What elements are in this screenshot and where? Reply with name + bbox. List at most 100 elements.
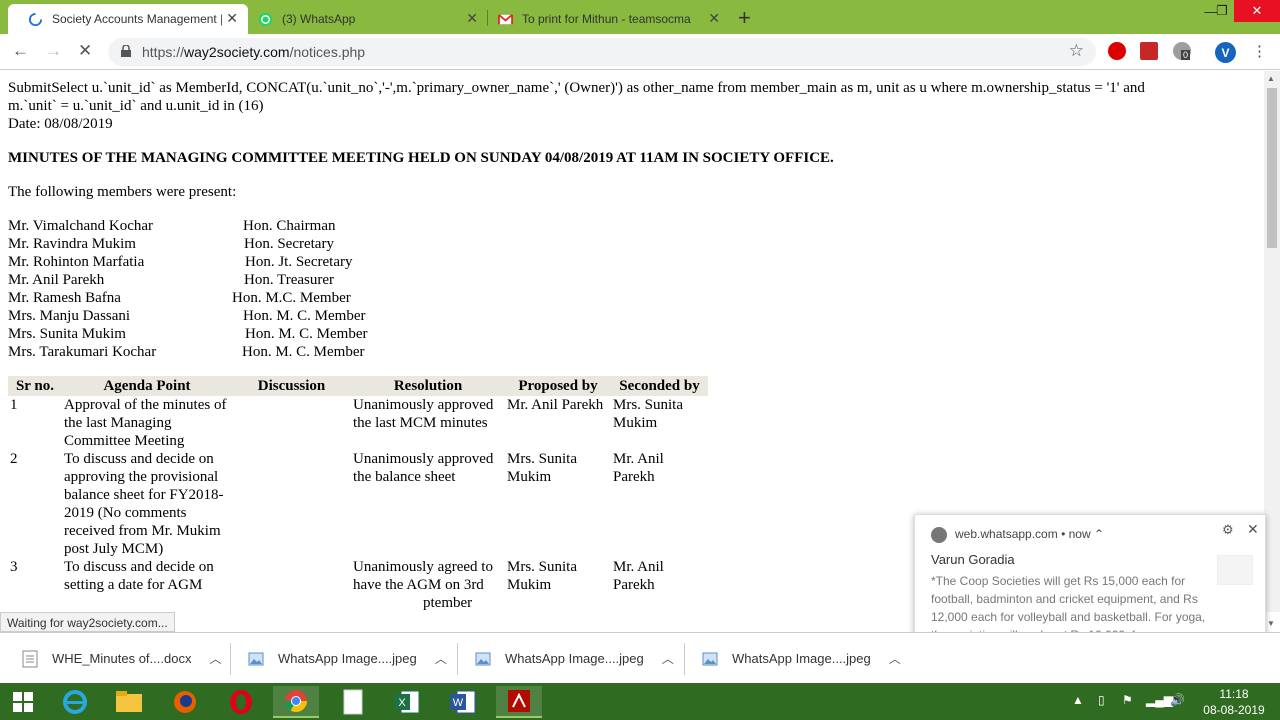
sr-cell: 2 (10, 451, 18, 467)
svg-text:W: W (453, 697, 464, 709)
tab-close-icon[interactable]: ✕ (226, 10, 238, 27)
page-scrollbar[interactable]: ▲ ▼ (1264, 71, 1280, 628)
member-name: Mr. Rohinton Marfatia (8, 254, 145, 270)
agenda-table: Sr no. Agenda Point Discussion Resolutio… (8, 376, 708, 612)
gear-icon[interactable]: ⚙ (1222, 522, 1234, 538)
opera-icon[interactable] (218, 686, 264, 718)
chrome-menu-icon[interactable]: ⋮ (1252, 42, 1267, 60)
help-extension-icon[interactable]: 0 (1173, 42, 1191, 60)
member-name: Mrs. Sunita Mukim (8, 326, 126, 342)
column-header: Seconded by (611, 376, 708, 396)
tray-volume-icon[interactable]: 🔊 (1170, 693, 1185, 707)
svg-text:X: X (398, 697, 406, 709)
download-shelf: WHE_Minutes of....docx ︿ WhatsApp Image.… (0, 632, 1280, 683)
chrome-icon[interactable] (273, 686, 319, 718)
tray-signal-icon[interactable]: ▂▄▆ (1146, 693, 1173, 707)
chevron-up-icon[interactable]: ︿ (889, 650, 901, 667)
notification-domain: web.whatsapp.com (955, 527, 1058, 541)
gmail-icon (498, 13, 513, 24)
firefox-icon[interactable] (162, 686, 208, 718)
agenda-cell: To discuss and decide on approving the p… (64, 451, 224, 557)
member-title: Hon. Jt. Secretary (245, 254, 353, 270)
start-icon[interactable] (0, 686, 46, 718)
tab-close-icon[interactable]: ✕ (708, 10, 720, 27)
file-explorer-icon[interactable] (106, 686, 152, 718)
download-item[interactable]: WhatsApp Image....jpeg ︿ (248, 633, 447, 684)
resolution-cell: Unanimously agreed to have the AGM on 3r… (351, 558, 505, 612)
download-item[interactable]: WhatsApp Image....jpeg ︿ (475, 633, 674, 684)
chevron-up-icon[interactable]: ︿ (209, 650, 221, 667)
address-bar[interactable]: https://way2society.com/notices.php ☆ (108, 38, 1096, 66)
windows-taskbar: X W ▲ ▯ ⚑ ▂▄▆ 🔊 11:18 08-08-2019 (0, 683, 1280, 720)
browser-toolbar: ← → ✕ https://way2society.com/notices.ph… (0, 34, 1280, 70)
member-title: Hon. M.C. Member (232, 290, 351, 306)
image-file-icon (475, 652, 491, 665)
resolution-text: Unanimously agreed to have the AGM on 3r… (353, 559, 493, 593)
chevron-up-icon[interactable]: ︿ (435, 650, 447, 667)
tab-society-accounts[interactable]: Society Accounts Management | ✕ (8, 4, 248, 34)
download-filename: WhatsApp Image....jpeg (505, 651, 644, 666)
url-scheme: https:// (142, 44, 185, 60)
loading-spinner-icon (28, 12, 43, 26)
column-header: Agenda Point (62, 376, 232, 396)
restore-button[interactable]: ❐ (1210, 0, 1234, 22)
back-button[interactable]: ← (12, 41, 29, 61)
forward-button[interactable]: → (45, 41, 62, 61)
chevron-up-icon[interactable]: ︿ (662, 650, 674, 667)
clock-date: 08-08-2019 (1203, 703, 1265, 717)
screen: Society Accounts Management | ✕ (3) What… (0, 0, 1280, 720)
member-title: Hon. M. C. Member (243, 308, 366, 324)
word-icon[interactable]: W (440, 686, 486, 718)
image-file-icon (248, 652, 264, 665)
tab-close-icon[interactable]: ✕ (466, 10, 478, 27)
minutes-heading: MINUTES OF THE MANAGING COMMITTEE MEETIN… (8, 150, 834, 166)
close-icon[interactable]: ✕ (1247, 521, 1259, 538)
internet-explorer-icon[interactable] (52, 686, 98, 718)
member-title: Hon. Treasurer (244, 272, 334, 288)
member-title: Hon. Chairman (243, 218, 336, 234)
profile-avatar[interactable]: V (1215, 42, 1236, 63)
proposed-cell: Mrs. Sunita Mukim (507, 451, 578, 485)
scroll-up-icon[interactable]: ▲ (1267, 74, 1275, 83)
scrollbar-thumb[interactable] (1267, 88, 1277, 248)
notification-dot: • (1061, 527, 1066, 541)
discussion-cell (232, 396, 351, 450)
seconded-cell: Mr. Anil Parekh (613, 559, 664, 593)
member-name: Mrs. Manju Dassani (8, 308, 131, 324)
tab-gmail[interactable]: To print for Mithun - teamsocma ✕ (478, 4, 730, 34)
opera-extension-icon[interactable] (1108, 42, 1126, 60)
clock-time: 11:18 (1219, 687, 1249, 701)
url-domain: way2society.com (184, 44, 290, 60)
notification-thumbnail (1217, 555, 1253, 585)
docx-file-icon (22, 650, 38, 667)
tab-whatsapp[interactable]: (3) WhatsApp ✕ (238, 4, 488, 34)
download-item[interactable]: WHE_Minutes of....docx ︿ (22, 633, 221, 684)
query-line-2: m.`unit` = u.`unit_id` and u.unit_id in … (8, 98, 264, 114)
seconded-cell: Mrs. Sunita Mukim (613, 397, 684, 431)
bookmark-star-icon[interactable]: ☆ (1069, 41, 1084, 61)
tray-flag-icon[interactable]: ⚑ (1122, 693, 1133, 707)
acrobat-icon[interactable] (496, 686, 542, 718)
download-item[interactable]: WhatsApp Image....jpeg ︿ (702, 633, 901, 684)
resolution-tail: ptember (423, 595, 473, 611)
new-tab-button[interactable]: + (738, 5, 751, 31)
shelf-separator (230, 643, 231, 675)
chevron-up-icon[interactable]: ⌃ (1094, 527, 1104, 541)
taskbar-clock[interactable]: 11:18 08-08-2019 (1196, 686, 1272, 718)
proposed-cell: Mrs. Sunita Mukim (507, 559, 578, 593)
window-close-button[interactable]: ✕ (1234, 0, 1280, 22)
tray-chevron-icon[interactable]: ▲ (1072, 693, 1084, 707)
date-line: Date: 08/08/2019 (8, 116, 113, 132)
scroll-down-icon[interactable]: ▼ (1267, 619, 1275, 628)
tab-label: Society Accounts Management | (52, 12, 222, 26)
file-icon[interactable] (330, 686, 376, 718)
member-name: Mr. Vimalchand Kochar (8, 218, 154, 234)
seconded-cell: Mr. Anil Parekh (613, 451, 664, 485)
tab-label: (3) WhatsApp (282, 12, 356, 26)
stop-button[interactable]: ✕ (78, 41, 92, 61)
flag-extension-icon[interactable] (1140, 42, 1158, 60)
excel-icon[interactable]: X (384, 686, 430, 718)
table-row: 2 To discuss and decide on approving the… (8, 450, 708, 558)
tray-device-icon[interactable]: ▯ (1098, 693, 1105, 707)
discussion-cell (232, 558, 351, 612)
